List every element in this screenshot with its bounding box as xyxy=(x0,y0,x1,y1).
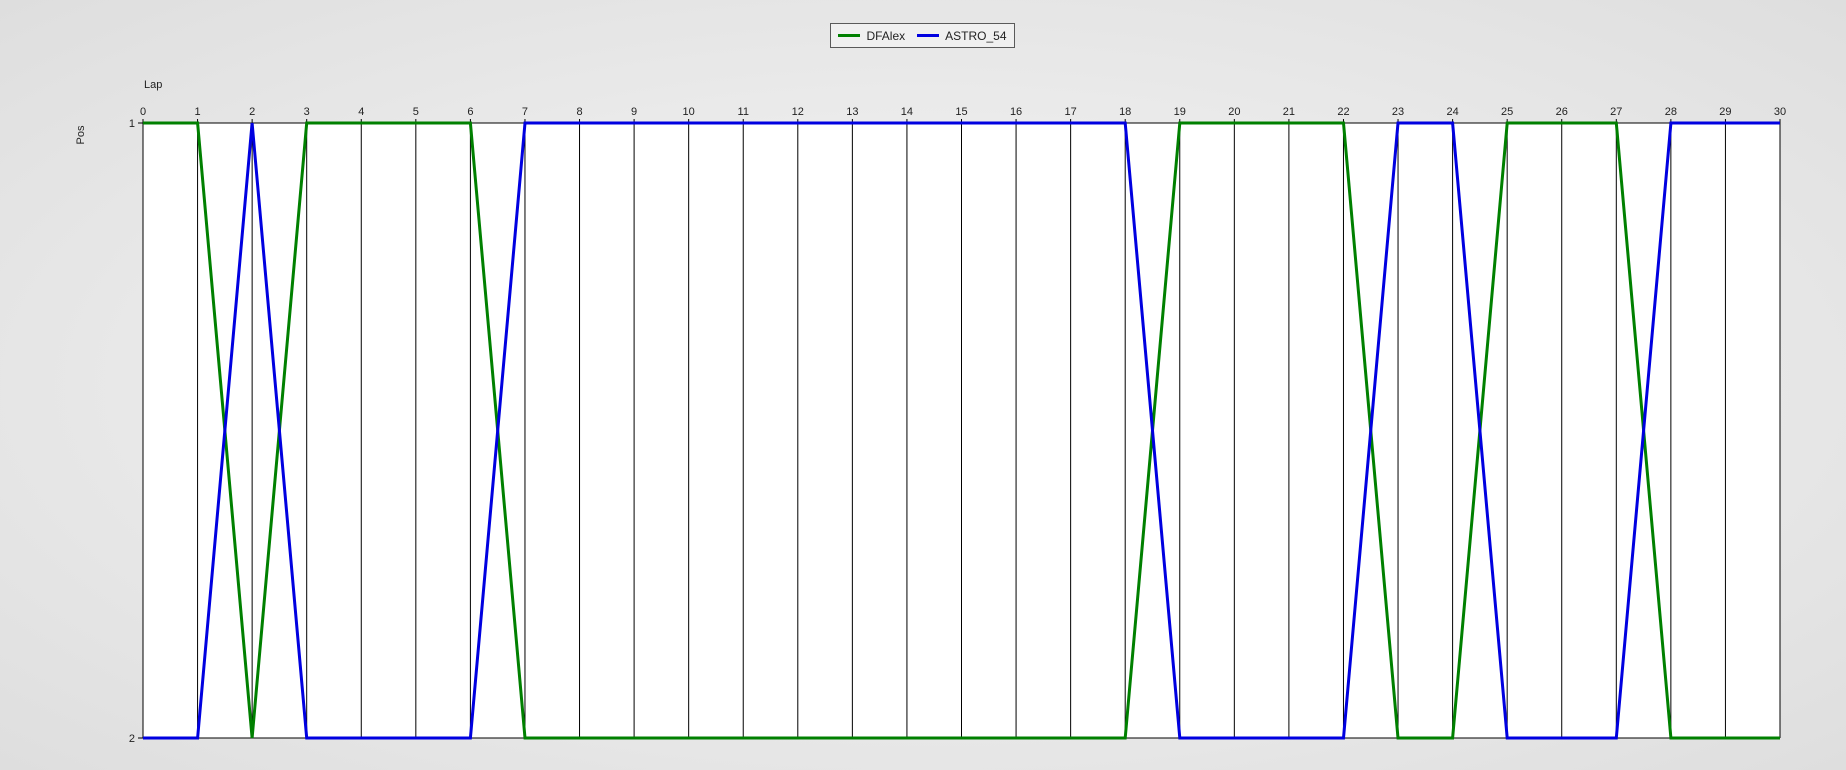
x-tick-label-24: 24 xyxy=(1446,106,1458,118)
x-tick-label-20: 20 xyxy=(1228,106,1240,118)
x-tick-label-18: 18 xyxy=(1119,106,1131,118)
x-tick-label-17: 17 xyxy=(1065,106,1077,118)
x-tick-label-2: 2 xyxy=(249,106,255,118)
x-tick-label-30: 30 xyxy=(1774,106,1786,118)
y-axis-label: Pos xyxy=(75,125,87,144)
x-tick-label-29: 29 xyxy=(1719,106,1731,118)
x-tick-label-7: 7 xyxy=(522,106,528,118)
x-tick-label-22: 22 xyxy=(1337,106,1349,118)
x-tick-label-21: 21 xyxy=(1283,106,1295,118)
y-tick-label-0: 1 xyxy=(129,118,135,130)
x-tick-label-14: 14 xyxy=(901,106,913,118)
x-tick-label-16: 16 xyxy=(1010,106,1022,118)
x-tick-label-12: 12 xyxy=(792,106,804,118)
x-tick-label-27: 27 xyxy=(1610,106,1622,118)
x-axis-label: Lap xyxy=(144,79,162,91)
x-tick-label-13: 13 xyxy=(846,106,858,118)
x-tick-label-26: 26 xyxy=(1556,106,1568,118)
x-tick-label-9: 9 xyxy=(631,106,637,118)
x-tick-label-1: 1 xyxy=(195,106,201,118)
x-tick-label-15: 15 xyxy=(955,106,967,118)
x-tick-label-10: 10 xyxy=(683,106,695,118)
position-chart: DFAlex ASTRO_54 0 1 2 3 4 5 6 7 8 9 10 11 12 13 14 15 16… xyxy=(0,0,1846,770)
x-tick-label-28: 28 xyxy=(1665,106,1677,118)
x-tick-label-25: 25 xyxy=(1501,106,1513,118)
x-tick-label-6: 6 xyxy=(467,106,473,118)
x-tick-label-23: 23 xyxy=(1392,106,1404,118)
x-tick-label-5: 5 xyxy=(413,106,419,118)
x-tick-label-4: 4 xyxy=(358,106,364,118)
x-tick-label-19: 19 xyxy=(1174,106,1186,118)
x-tick-label-0: 0 xyxy=(140,106,146,118)
x-tick-label-11: 11 xyxy=(738,106,749,118)
x-tick-label-3: 3 xyxy=(304,106,310,118)
y-tick-label-1: 2 xyxy=(129,733,135,745)
plot-area: 0 1 2 3 4 5 6 7 8 9 10 11 12 13 14 15 16 17 18 19 20 21 22 23 24… xyxy=(75,79,1786,745)
x-tick-label-8: 8 xyxy=(576,106,582,118)
